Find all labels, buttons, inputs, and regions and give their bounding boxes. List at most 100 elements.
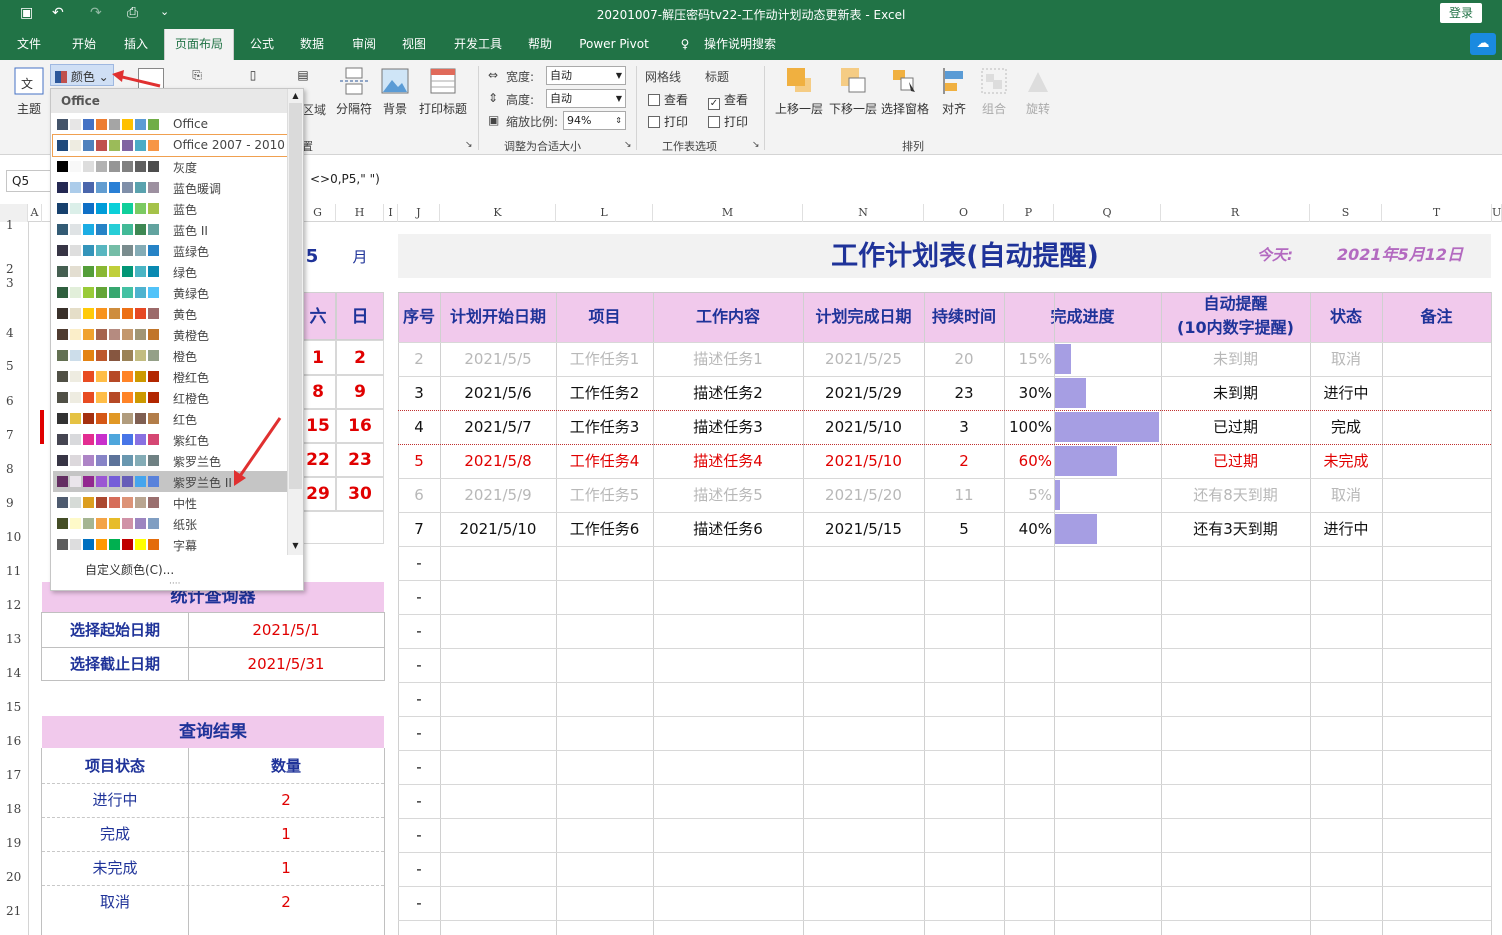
col-header-s[interactable]: S — [1310, 204, 1382, 222]
plan-cell-remind[interactable]: 未到期 — [1161, 342, 1310, 376]
plan-empty-seq[interactable]: - — [398, 580, 440, 614]
plan-cell-pct[interactable]: 15% — [1004, 342, 1052, 376]
plan-cell-seq[interactable]: 6 — [398, 478, 440, 512]
plan-cell-seq[interactable]: 7 — [398, 512, 440, 546]
calendar-day-sat[interactable]: 8 — [300, 374, 336, 410]
row-header[interactable]: 6 — [0, 394, 28, 408]
headings-print-checkbox[interactable]: 打印 — [708, 113, 748, 130]
plan-cell-start[interactable]: 2021/5/5 — [440, 342, 556, 376]
plan-empty-seq[interactable]: - — [398, 682, 440, 716]
calendar-day-sun[interactable]: 16 — [336, 408, 384, 444]
plan-empty-seq[interactable]: - — [398, 784, 440, 818]
color-scheme-option[interactable]: 紫罗兰色 II — [53, 471, 287, 492]
plan-cell-dur[interactable]: 20 — [924, 342, 1004, 376]
color-scheme-option[interactable]: 橙色 — [53, 345, 287, 366]
plan-cell-end[interactable]: 2021/5/15 — [803, 512, 924, 546]
tab-review[interactable]: 审阅 — [342, 29, 386, 60]
row-header[interactable]: 8 — [0, 462, 28, 476]
align-button[interactable]: 对齐 — [938, 66, 970, 117]
row-header[interactable]: 3 — [0, 276, 28, 290]
row-header[interactable]: 9 — [0, 496, 28, 510]
plan-cell-status[interactable]: 进行中 — [1310, 376, 1382, 410]
tab-view[interactable]: 视图 — [392, 29, 436, 60]
col-header-q[interactable]: Q — [1054, 204, 1161, 222]
colors-button[interactable]: 颜色 ⌄ — [50, 64, 114, 86]
plan-empty-seq[interactable]: - — [398, 818, 440, 852]
plan-cell-desc[interactable]: 描述任务3 — [653, 410, 803, 444]
gridlines-view-checkbox[interactable]: 查看 — [648, 91, 688, 108]
plan-cell-pct[interactable]: 40% — [1004, 512, 1052, 546]
plan-cell-item[interactable]: 工作任务3 — [556, 410, 653, 444]
col-header-g[interactable]: G — [300, 204, 336, 222]
color-scheme-option[interactable]: 蓝绿色 — [53, 240, 287, 261]
calendar-day-sat[interactable]: 15 — [300, 408, 336, 444]
plan-cell-remind[interactable]: 已过期 — [1161, 410, 1310, 444]
themes-button[interactable]: 文 主题 — [10, 66, 48, 117]
row-header[interactable]: 5 — [0, 359, 28, 373]
width-select[interactable]: 自动 ▼ — [546, 66, 626, 85]
group-button[interactable]: 组合 — [976, 66, 1012, 117]
plan-cell-pct[interactable]: 100% — [1004, 410, 1052, 444]
plan-cell-desc[interactable]: 描述任务6 — [653, 512, 803, 546]
plan-cell-status[interactable]: 取消 — [1310, 342, 1382, 376]
tab-developer[interactable]: 开发工具 — [446, 29, 510, 60]
row-header[interactable]: 14 — [0, 666, 28, 680]
color-scheme-option[interactable]: 绿色 — [53, 261, 287, 282]
plan-cell-dur[interactable]: 11 — [924, 478, 1004, 512]
row-header[interactable]: 1 — [0, 218, 28, 232]
selection-pane-button[interactable]: 选择窗格 — [878, 66, 932, 117]
color-scheme-option[interactable]: 蓝色 II — [53, 219, 287, 240]
row-header[interactable]: 16 — [0, 734, 28, 748]
plan-cell-end[interactable]: 2021/5/25 — [803, 342, 924, 376]
plan-cell-item[interactable]: 工作任务1 — [556, 342, 653, 376]
col-header-h[interactable]: H — [336, 204, 384, 222]
scroll-down-icon[interactable]: ▼ — [288, 539, 303, 553]
plan-cell-seq[interactable]: 2 — [398, 342, 440, 376]
headings-view-checkbox[interactable]: ✓ 查看 — [708, 91, 748, 110]
col-header-m[interactable]: M — [653, 204, 803, 222]
background-button[interactable]: 背景 — [378, 66, 412, 117]
row-header[interactable]: 19 — [0, 836, 28, 850]
plan-empty-seq[interactable]: - — [398, 852, 440, 886]
color-scheme-option[interactable]: 黄橙色 — [53, 324, 287, 345]
plan-cell-pct[interactable]: 60% — [1004, 444, 1052, 478]
plan-cell-item[interactable]: 工作任务4 — [556, 444, 653, 478]
plan-cell-seq[interactable]: 5 — [398, 444, 440, 478]
plan-cell-start[interactable]: 2021/5/9 — [440, 478, 556, 512]
plan-empty-seq[interactable]: - — [398, 750, 440, 784]
row-header[interactable]: 4 — [0, 326, 28, 340]
breaks-button[interactable]: 分隔符 — [334, 66, 374, 117]
plan-cell-status[interactable]: 取消 — [1310, 478, 1382, 512]
plan-cell-status[interactable]: 未完成 — [1310, 444, 1382, 478]
plan-cell-desc[interactable]: 描述任务4 — [653, 444, 803, 478]
col-header-i[interactable]: I — [384, 204, 398, 222]
row-header[interactable]: 15 — [0, 700, 28, 714]
height-select[interactable]: 自动 ▼ — [546, 89, 626, 108]
color-scheme-option[interactable]: 纸张 — [53, 513, 287, 534]
color-scheme-option[interactable]: 红橙色 — [53, 387, 287, 408]
plan-cell-end[interactable]: 2021/5/10 — [803, 444, 924, 478]
plan-cell-remind[interactable]: 还有8天到期 — [1161, 478, 1310, 512]
plan-cell-seq[interactable]: 3 — [398, 376, 440, 410]
color-scheme-option[interactable]: 黄色 — [53, 303, 287, 324]
plan-cell-start[interactable]: 2021/5/7 — [440, 410, 556, 444]
plan-empty-seq[interactable]: - — [398, 614, 440, 648]
tab-page-layout[interactable]: 页面布局 — [164, 29, 234, 60]
tab-data[interactable]: 数据 — [290, 29, 334, 60]
plan-empty-seq[interactable]: - — [398, 886, 440, 920]
col-header-p[interactable]: P — [1004, 204, 1054, 222]
row-header[interactable]: 20 — [0, 870, 28, 884]
calendar-day-sat[interactable]: 1 — [300, 340, 336, 376]
plan-cell-end[interactable]: 2021/5/29 — [803, 376, 924, 410]
plan-cell-dur[interactable]: 5 — [924, 512, 1004, 546]
color-scheme-option[interactable]: 紫红色 — [53, 429, 287, 450]
col-header-n[interactable]: N — [803, 204, 924, 222]
plan-cell-start[interactable]: 2021/5/8 — [440, 444, 556, 478]
plan-empty-seq[interactable]: - — [398, 648, 440, 682]
cloud-icon[interactable]: ☁ — [1470, 33, 1496, 55]
plan-cell-remind[interactable]: 未到期 — [1161, 376, 1310, 410]
color-scheme-option[interactable]: 蓝色 — [53, 198, 287, 219]
color-scheme-option[interactable]: 红色 — [53, 408, 287, 429]
plan-cell-desc[interactable]: 描述任务2 — [653, 376, 803, 410]
plan-cell-dur[interactable]: 2 — [924, 444, 1004, 478]
